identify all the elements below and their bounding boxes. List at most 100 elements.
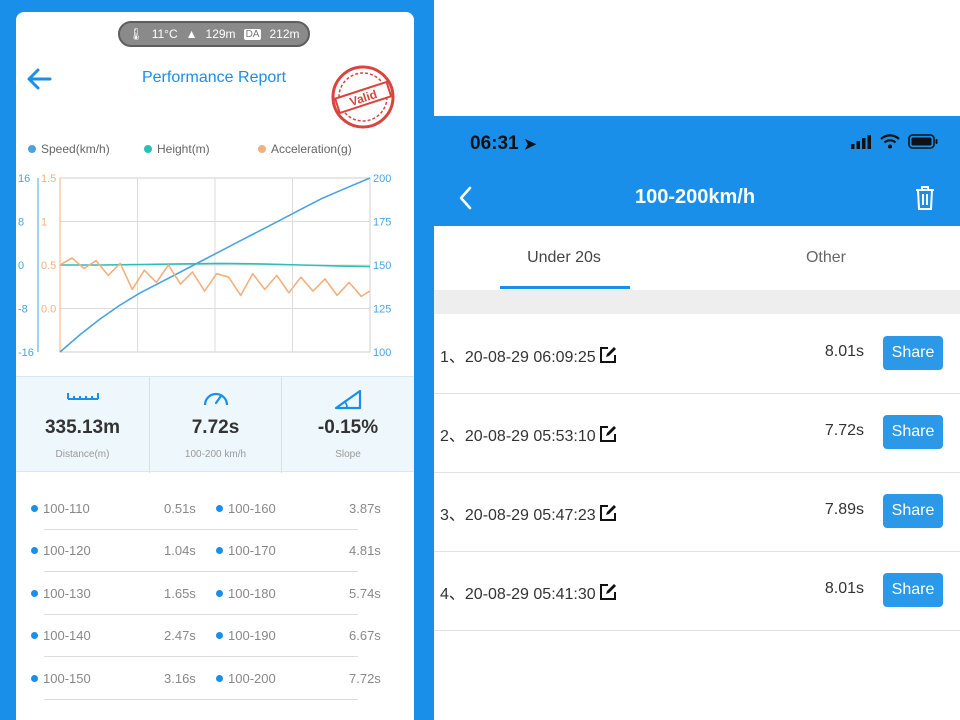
height-tick-label: -16 — [18, 347, 34, 359]
split-time: 1.65s — [164, 586, 196, 601]
split-range: 100-170 — [228, 543, 276, 558]
height-tick-label: 8 — [18, 217, 24, 229]
slope-label: Slope — [335, 449, 361, 460]
split-dot — [31, 547, 38, 554]
split-dot — [216, 675, 223, 682]
split-time: 7.72s — [349, 671, 381, 686]
row-divider — [44, 529, 358, 530]
split-time: 1.04s — [164, 543, 196, 558]
edit-icon[interactable] — [598, 345, 618, 365]
wifi-icon — [880, 134, 900, 149]
speedometer-icon — [203, 392, 228, 406]
share-button[interactable]: Share — [883, 415, 943, 449]
tab-bar: Under 20s Other — [434, 226, 960, 290]
split-dot — [31, 590, 38, 597]
record-datetime: 3、20-08-29 05:47:23 — [440, 507, 596, 524]
record-time: 7.72s — [824, 422, 864, 439]
split-range: 100-160 — [228, 501, 276, 516]
speed-tick-label: 200 — [373, 173, 391, 185]
split-range: 100-150 — [43, 671, 91, 686]
records-screen: 06:31 ➤ 100-200km/h Under 20s Other 1、20… — [434, 116, 960, 720]
record-datetime: 4、20-08-29 05:41:30 — [440, 586, 596, 603]
legend-label: Acceleration(g) — [271, 142, 352, 156]
split-dot — [31, 632, 38, 639]
altitude-value: 129m — [205, 27, 236, 41]
environment-pill: 🌡 11°C ▲ 129m DA 212m — [118, 21, 310, 47]
legend-label: Speed(km/h) — [41, 142, 110, 156]
split-time: 2.47s — [164, 628, 196, 643]
record-time: 8.01s — [824, 343, 864, 360]
density-altitude-badge: DA — [243, 28, 262, 40]
performance-report-screen: 🌡 11°C ▲ 129m DA 212m Performance Report… — [0, 0, 434, 720]
signal-icon — [851, 134, 871, 149]
row-divider — [44, 614, 358, 615]
split-time: 3.16s — [164, 671, 196, 686]
accel-tick-label: 1 — [41, 217, 47, 229]
split-range: 100-110 — [43, 501, 90, 516]
ruler-icon — [66, 393, 99, 400]
record-label: 3、20-08-29 05:47:23 — [440, 501, 618, 525]
edit-icon[interactable] — [598, 582, 618, 602]
record-label: 2、20-08-29 05:53:10 — [440, 422, 618, 446]
split-range: 100-180 — [228, 586, 276, 601]
location-arrow-icon: ➤ — [523, 136, 537, 153]
split-row: 100-140 2.47s 100-190 6.67s — [16, 623, 414, 666]
legend-dot — [258, 145, 266, 153]
speed-tick-label: 125 — [373, 304, 391, 316]
tab-other[interactable]: Other — [726, 226, 926, 290]
split-range: 100-190 — [228, 628, 276, 643]
edit-icon[interactable] — [598, 424, 618, 444]
status-time-text: 06:31 — [470, 133, 519, 154]
record-time: 7.89s — [824, 501, 864, 518]
record-row[interactable]: 3、20-08-29 05:47:23 7.89s Share — [434, 472, 960, 552]
stat-distance: 335.13m Distance(m) — [16, 377, 150, 473]
record-row[interactable]: 2、20-08-29 05:53:10 7.72s Share — [434, 393, 960, 473]
thermometer-icon: 🌡 — [128, 27, 144, 41]
battery-icon — [908, 134, 938, 149]
performance-chart: 16 8 0 -8 -16 1.5 1 0.5 0.0 200 175 150 125 100 — [18, 173, 391, 359]
time-value: 7.72s — [191, 417, 240, 438]
legend-label: Height(m) — [157, 142, 210, 156]
speed-tick-label: 100 — [373, 347, 391, 359]
record-datetime: 2、20-08-29 05:53:10 — [440, 428, 596, 445]
stat-slope: -0.15% Slope — [282, 377, 414, 473]
split-row: 100-150 3.16s 100-200 7.72s — [16, 666, 414, 709]
split-time: 5.74s — [349, 586, 381, 601]
trash-icon[interactable] — [914, 185, 936, 211]
split-time: 6.67s — [349, 628, 381, 643]
record-row[interactable]: 4、20-08-29 05:41:30 8.01s Share — [434, 551, 960, 631]
report-card: 🌡 11°C ▲ 129m DA 212m Performance Report… — [16, 12, 414, 720]
distance-label: Distance(m) — [55, 449, 110, 460]
split-dot — [31, 505, 38, 512]
legend-item-speed: Speed(km/h) — [28, 142, 110, 156]
split-dot — [31, 675, 38, 682]
record-datetime: 1、20-08-29 06:09:25 — [440, 349, 596, 366]
share-button[interactable]: Share — [883, 494, 943, 528]
legend-dot — [144, 145, 152, 153]
height-tick-label: 0 — [18, 260, 24, 272]
row-divider — [44, 656, 358, 657]
stats-band: 335.13m Distance(m) 7.72s 100-200 km/h -… — [16, 376, 414, 473]
accel-tick-label: 1.5 — [41, 173, 56, 185]
status-time: 06:31 ➤ — [470, 133, 536, 155]
status-bar: 06:31 ➤ — [434, 116, 960, 172]
record-row[interactable]: 1、20-08-29 06:09:25 8.01s Share — [434, 314, 960, 394]
split-row: 100-110 0.51s 100-160 3.87s — [16, 496, 414, 539]
split-dot — [216, 505, 223, 512]
record-time: 8.01s — [824, 580, 864, 597]
split-time: 3.87s — [349, 501, 381, 516]
split-range: 100-120 — [43, 543, 91, 558]
share-button[interactable]: Share — [883, 336, 943, 370]
split-dot — [216, 547, 223, 554]
height-tick-label: 16 — [18, 173, 30, 185]
valid-stamp-icon: Valid — [331, 65, 395, 129]
tab-under-20s[interactable]: Under 20s — [464, 226, 664, 290]
slope-value: -0.15% — [317, 417, 379, 438]
edit-icon[interactable] — [598, 503, 618, 523]
nav-bar: 100-200km/h — [434, 172, 960, 226]
accel-tick-label: 0.5 — [41, 260, 56, 272]
split-range: 100-130 — [43, 586, 91, 601]
speed-tick-label: 150 — [373, 260, 391, 272]
share-button[interactable]: Share — [883, 573, 943, 607]
split-dot — [216, 632, 223, 639]
